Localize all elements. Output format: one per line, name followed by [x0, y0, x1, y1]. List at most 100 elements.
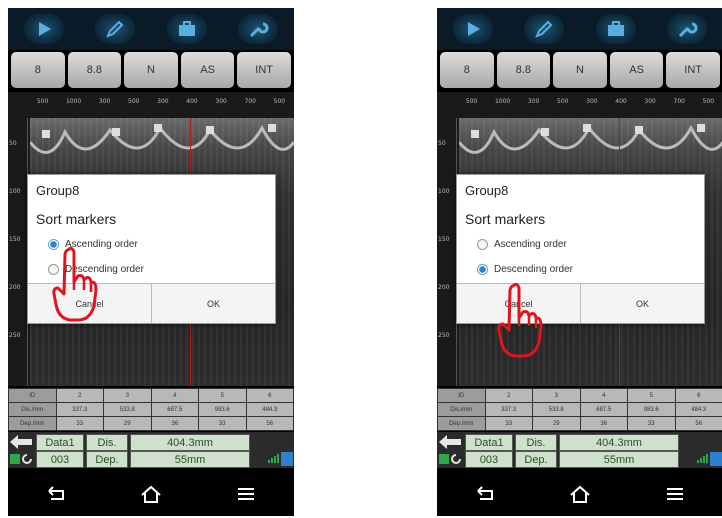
back-arrow-icon[interactable]: [439, 434, 461, 450]
play-button[interactable]: [452, 14, 493, 44]
table-cell[interactable]: 983.6: [627, 402, 676, 417]
top-toolbar: [437, 8, 722, 50]
refresh-icon[interactable]: [450, 452, 462, 466]
table-cell[interactable]: 4: [579, 388, 628, 403]
radio-icon-checked[interactable]: [477, 264, 488, 275]
table-cell[interactable]: 5: [627, 388, 676, 403]
dialog-subtitle: Sort markers: [465, 211, 546, 227]
back-icon[interactable]: [472, 483, 498, 505]
marker-box: [471, 130, 479, 138]
mode-button-8[interactable]: 8: [11, 52, 65, 88]
mode-button-int[interactable]: INT: [666, 52, 720, 88]
dep-value: 55mm: [559, 451, 679, 468]
table-cell[interactable]: 29: [532, 416, 581, 431]
table-cell[interactable]: 56: [674, 416, 722, 431]
table-cell[interactable]: 687.5: [579, 402, 628, 417]
dialog-title: Group8: [36, 183, 80, 198]
table-cell[interactable]: 484.3: [245, 402, 294, 417]
pen-button[interactable]: [524, 14, 565, 44]
table-cell[interactable]: 687.5: [150, 402, 199, 417]
option-ascending[interactable]: Ascending order: [477, 239, 567, 250]
ok-button[interactable]: OK: [580, 284, 704, 323]
table-cell[interactable]: 29: [103, 416, 152, 431]
android-nav-bar: [8, 472, 294, 516]
pen-button[interactable]: [95, 14, 136, 44]
ruler-tick: 500: [465, 98, 478, 105]
ok-button[interactable]: OK: [151, 284, 275, 323]
table-cell[interactable]: 533.8: [103, 402, 152, 417]
table-row: Dep./mm 33 29 36 33 56: [437, 416, 722, 431]
dep-value: 55mm: [130, 451, 250, 468]
back-icon[interactable]: [43, 483, 69, 505]
table-row: ID 2 3 4 5 6: [437, 388, 722, 403]
ruler-tick: 300: [644, 98, 656, 105]
table-cell[interactable]: 36: [579, 416, 628, 431]
table-cell[interactable]: 484.3: [674, 402, 722, 417]
table-cell[interactable]: 33: [484, 416, 533, 431]
table-cell[interactable]: 36: [150, 416, 199, 431]
wrench-button[interactable]: [667, 14, 708, 44]
file-number: 003: [36, 451, 84, 468]
mode-button-as[interactable]: AS: [609, 52, 664, 88]
table-row: Dis./mm 337.3 533.8 687.5 983.6 484.3: [437, 402, 722, 417]
table-cell[interactable]: 2: [55, 388, 104, 403]
table-cell[interactable]: 337.3: [484, 402, 533, 417]
menu-icon[interactable]: [662, 483, 688, 505]
bluetooth-icon[interactable]: [710, 452, 722, 466]
table-cell[interactable]: 337.3: [55, 402, 104, 417]
mode-button-n[interactable]: N: [124, 52, 178, 88]
dialog-title: Group8: [465, 183, 509, 198]
table-header: Dep./mm: [437, 416, 486, 431]
table-cell[interactable]: 3: [103, 388, 152, 403]
option-descending[interactable]: Descending order: [477, 264, 573, 275]
home-icon[interactable]: [567, 483, 593, 505]
menu-icon[interactable]: [233, 483, 259, 505]
mode-button-8-8[interactable]: 8.8: [496, 52, 551, 88]
marker-box: [206, 126, 214, 134]
table-cell[interactable]: 6: [674, 388, 722, 403]
table-cell[interactable]: 33: [198, 416, 247, 431]
bluetooth-icon[interactable]: [281, 452, 293, 466]
wrench-button[interactable]: [238, 14, 279, 44]
table-header: Dep./mm: [8, 416, 57, 431]
mode-button-8-8[interactable]: 8.8: [67, 52, 122, 88]
table-cell[interactable]: 2: [484, 388, 533, 403]
table-cell[interactable]: 4: [150, 388, 199, 403]
home-icon[interactable]: [138, 483, 164, 505]
status-bar: Data1 003 Dis. Dep. 404.3mm 55mm: [8, 432, 294, 468]
table-cell[interactable]: 33: [55, 416, 104, 431]
table-cell[interactable]: 6: [245, 388, 294, 403]
option-ascending-label: Ascending order: [494, 239, 567, 250]
mode-button-as[interactable]: AS: [180, 52, 235, 88]
back-arrow-icon[interactable]: [10, 434, 32, 450]
depth-tick: 100: [438, 188, 450, 195]
briefcase-button[interactable]: [595, 14, 636, 44]
table-cell[interactable]: 56: [245, 416, 294, 431]
refresh-icon[interactable]: [21, 452, 33, 466]
depth-ruler: 50 100 150 200 250: [8, 118, 28, 386]
table-cell[interactable]: 983.6: [198, 402, 247, 417]
dis-label: Dis.: [515, 434, 557, 451]
table-cell[interactable]: 5: [198, 388, 247, 403]
radio-icon-unchecked[interactable]: [477, 239, 488, 250]
briefcase-button[interactable]: [166, 14, 207, 44]
ruler-tick: 1000: [494, 98, 511, 105]
depth-tick: 150: [438, 236, 450, 243]
phone-screen-right: 8 8.8 N AS INT 500 1000 300 500 300 400 …: [437, 8, 722, 516]
depth-tick: 150: [9, 236, 21, 243]
table-cell[interactable]: 533.8: [532, 402, 581, 417]
table-cell[interactable]: 33: [627, 416, 676, 431]
save-icon[interactable]: [10, 454, 20, 464]
top-toolbar: [8, 8, 294, 50]
save-icon[interactable]: [439, 454, 449, 464]
mode-button-8[interactable]: 8: [440, 52, 494, 88]
table-cell[interactable]: 3: [532, 388, 581, 403]
marker-table: ID 2 3 4 5 6 Dis./mm 337.3 533.8 687.5 9…: [8, 388, 294, 431]
file-number: 003: [465, 451, 513, 468]
marker-box: [154, 124, 162, 132]
pen-icon: [106, 20, 124, 38]
play-button[interactable]: [23, 14, 64, 44]
mode-button-n[interactable]: N: [553, 52, 607, 88]
mode-button-int[interactable]: INT: [237, 52, 291, 88]
mode-button-row: 8 8.8 N AS INT: [11, 52, 291, 88]
